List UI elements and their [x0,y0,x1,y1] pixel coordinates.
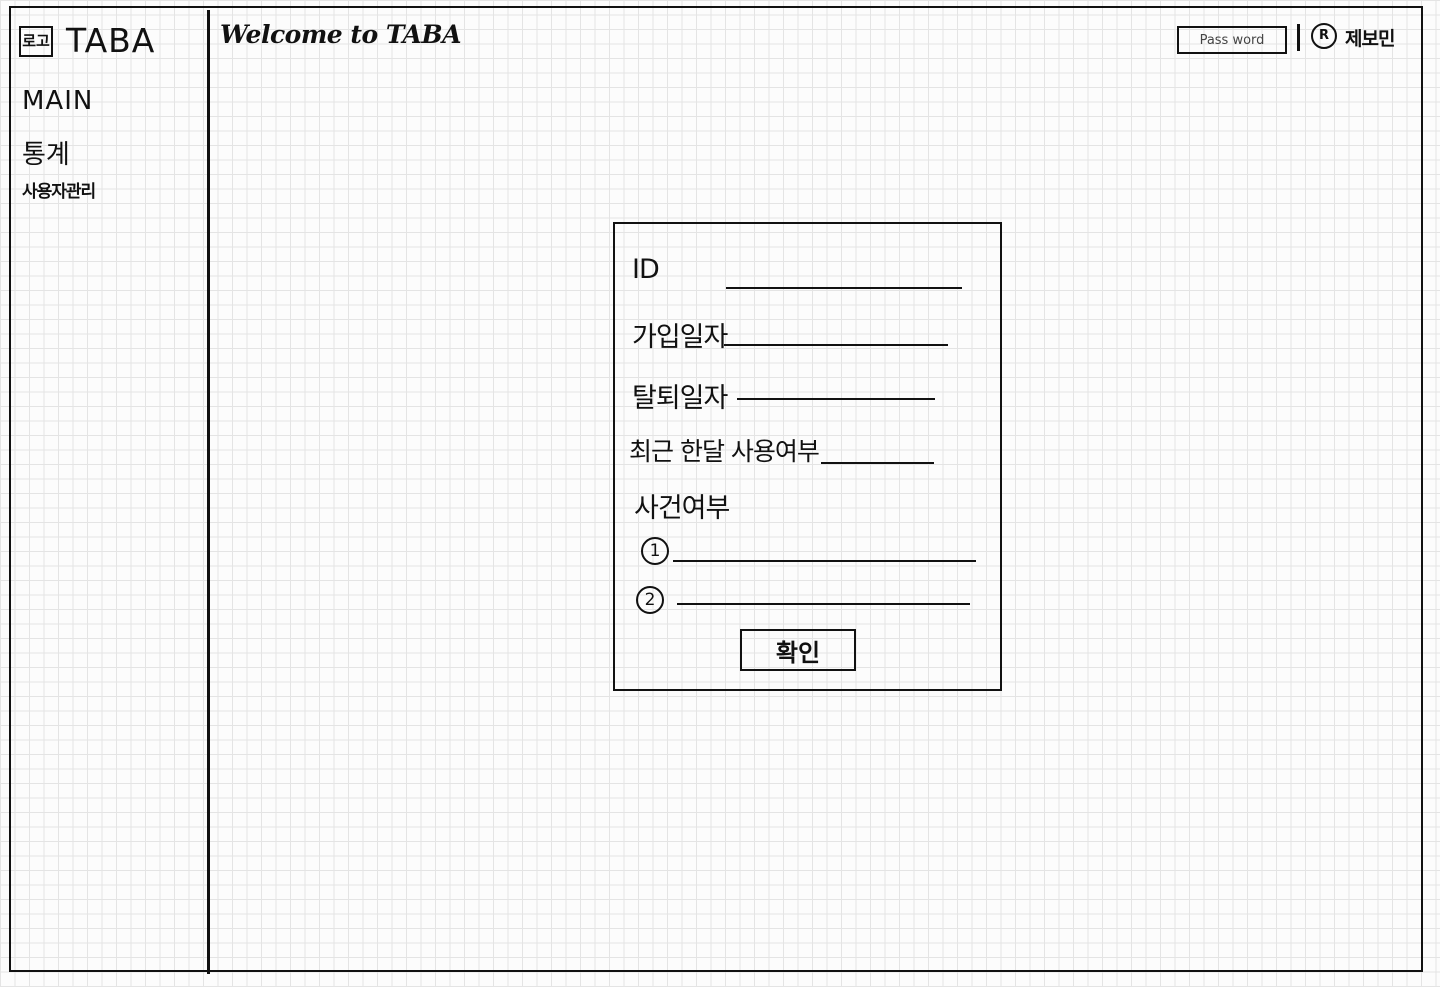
recent-month-usage-field[interactable] [821,462,934,464]
incident-item-2-field[interactable] [677,603,970,605]
logo[interactable]: 로고 [19,26,53,57]
withdrawal-date-field[interactable] [737,398,935,400]
confirm-button[interactable]: 확인 [740,629,856,671]
recent-month-usage-label: 최근 한달 사용여부 [629,437,820,466]
user-detail-dialog: ID 가입일자 탈퇴일자 최근 한달 사용여부 사건여부 1 2 확인 [613,222,1002,691]
page-title: Welcome to TABA [220,20,462,49]
incident-label: 사건여부 [634,493,730,524]
incident-item-1-field[interactable] [673,560,976,562]
incident-item-2-marker: 2 [636,586,664,614]
join-date-label: 가입일자 [632,322,728,353]
brand-name: TABA [66,21,156,60]
withdrawal-date-label: 탈퇴일자 [632,383,728,414]
user-avatar-icon[interactable]: R [1311,23,1337,49]
incident-item-1-marker: 1 [641,537,669,565]
sidebar-item-user-management[interactable]: 사용자관리 [22,177,96,202]
user-name[interactable]: 제보민 [1345,24,1395,51]
password-input[interactable] [1177,26,1287,54]
id-label: ID [632,254,660,285]
header-divider [1297,24,1300,51]
join-date-field[interactable] [724,344,948,346]
sidebar-item-main[interactable]: MAIN [22,86,93,116]
id-field[interactable] [726,287,962,289]
sidebar-item-statistics[interactable]: 통계 [22,134,70,171]
sidebar-divider [207,10,210,974]
